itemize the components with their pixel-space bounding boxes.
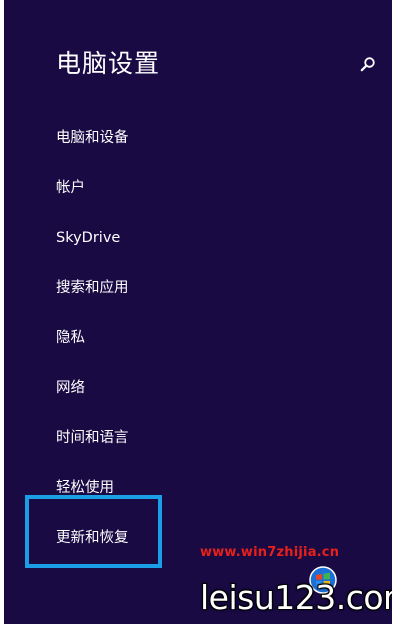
watermark-logo: leisu123.com [200, 564, 392, 620]
page-title: 电脑设置 [56, 49, 161, 78]
nav-item-time-and-language[interactable]: 时间和语言 [56, 422, 129, 472]
nav-item-pc-and-devices[interactable]: 电脑和设备 [56, 122, 129, 172]
nav-item-search-and-apps[interactable]: 搜索和应用 [56, 272, 129, 322]
pc-settings-pane: 电脑设置 电脑和设备 帐户 SkyDrive 搜索和应用 隐私 网络 时间和语言… [4, 0, 392, 624]
search-icon [360, 57, 375, 72]
nav-item-skydrive[interactable]: SkyDrive [56, 222, 129, 272]
watermark-logo-text: leisu123.com [200, 578, 392, 617]
watermark-url: www.win7zhijia.cn [200, 545, 340, 560]
search-button[interactable] [356, 52, 380, 76]
nav-item-accounts[interactable]: 帐户 [56, 172, 129, 222]
nav-item-network[interactable]: 网络 [56, 372, 129, 422]
highlight-annotation-box [25, 495, 162, 568]
nav-item-privacy[interactable]: 隐私 [56, 322, 129, 372]
